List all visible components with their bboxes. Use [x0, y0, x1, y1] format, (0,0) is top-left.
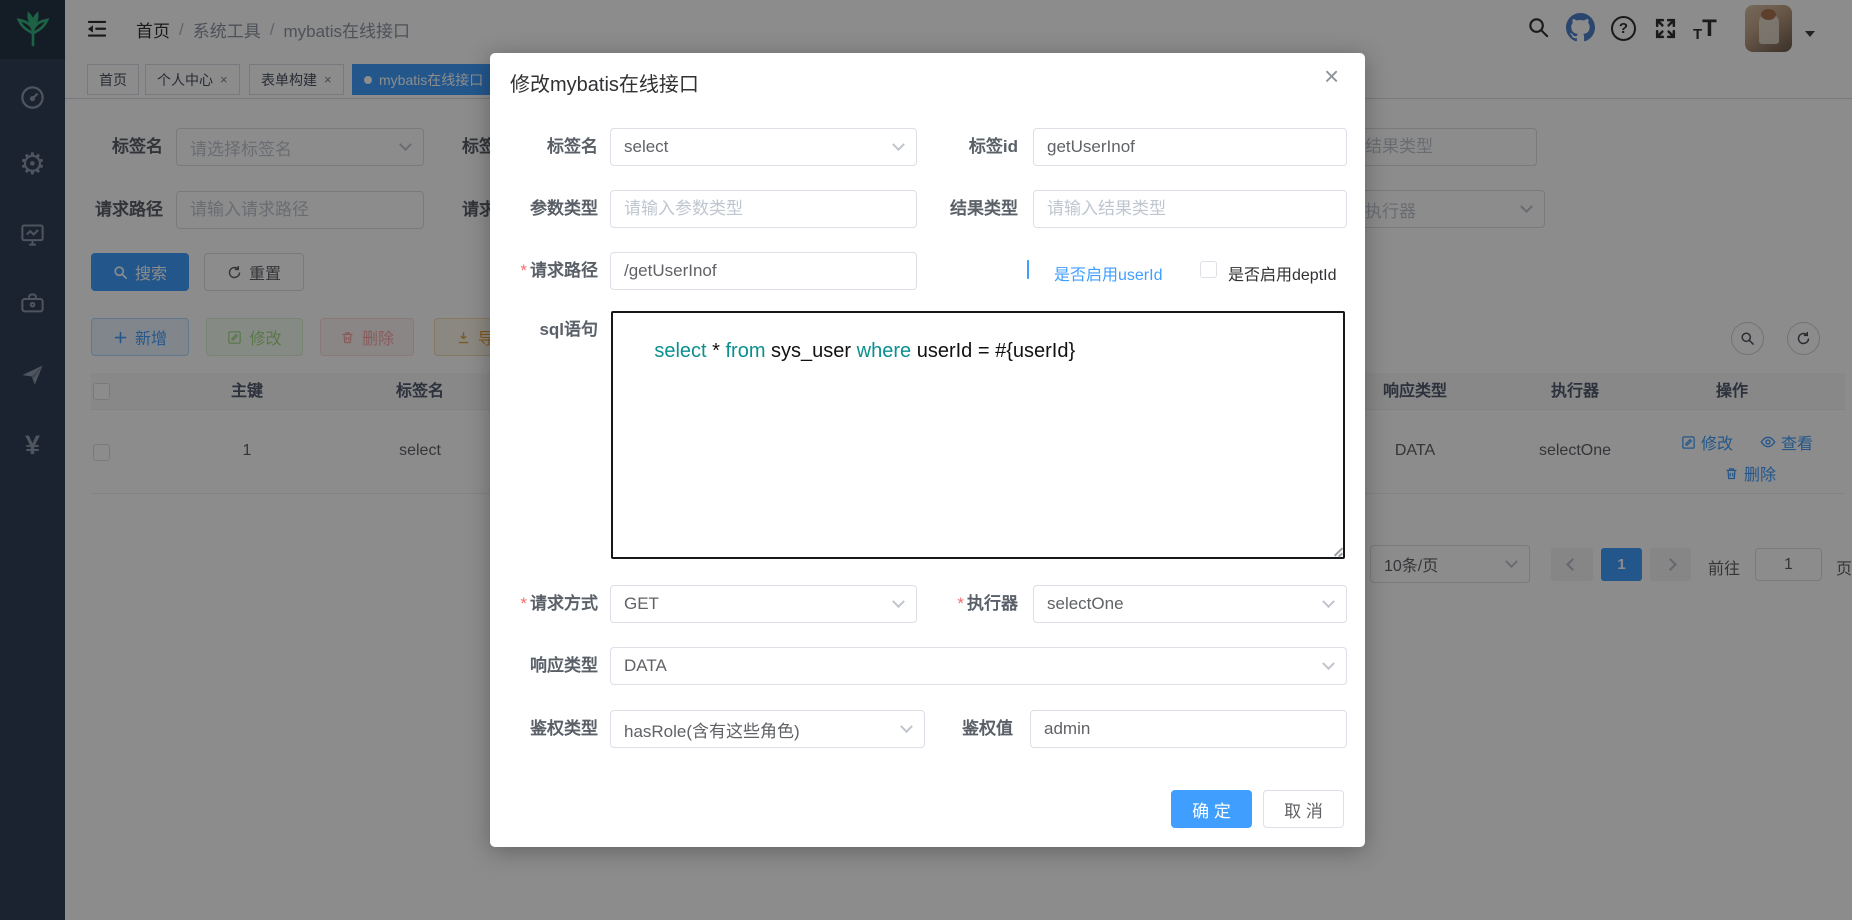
- sql-text: userId = #{userId}: [911, 340, 1075, 362]
- select-value: select: [624, 137, 668, 157]
- executor-select[interactable]: selectOne: [1033, 585, 1347, 623]
- path-input[interactable]: [610, 252, 917, 290]
- chevron-down-icon: [892, 595, 905, 608]
- sql-label: sql语句: [490, 311, 598, 349]
- sql-text: sys_user: [766, 340, 857, 362]
- result-type-input[interactable]: [1033, 190, 1347, 228]
- enable-deptid-label[interactable]: 是否启用deptId: [1228, 261, 1337, 285]
- auth-type-select[interactable]: hasRole(含有这些角色): [610, 710, 925, 748]
- chevron-down-icon: [1322, 657, 1335, 670]
- confirm-button[interactable]: 确 定: [1171, 790, 1252, 828]
- select-value: selectOne: [1047, 594, 1124, 614]
- auth-value-input[interactable]: [1030, 710, 1347, 748]
- auth-value-label: 鉴权值: [905, 710, 1013, 748]
- dialog-title: 修改mybatis在线接口: [510, 68, 699, 97]
- required-mark: *: [520, 594, 527, 613]
- dialog-close-icon[interactable]: ×: [1324, 65, 1339, 87]
- auth-type-label: 鉴权类型: [490, 710, 598, 748]
- edit-dialog: 修改mybatis在线接口 × 标签名 select 标签id 参数类型 结果类…: [490, 53, 1365, 847]
- required-mark: *: [520, 261, 527, 280]
- enable-deptid-checkbox[interactable]: [1200, 261, 1217, 278]
- chevron-down-icon: [1322, 595, 1335, 608]
- method-select[interactable]: GET: [610, 585, 917, 623]
- resp-type-label: 响应类型: [490, 647, 598, 685]
- path-label: *请求路径: [490, 252, 598, 290]
- enable-userid-label[interactable]: 是否启用userId: [1054, 261, 1162, 285]
- sql-keyword: from: [726, 340, 766, 362]
- tag-id-input[interactable]: [1033, 128, 1347, 166]
- executor-label: *执行器: [910, 585, 1018, 623]
- tag-name-select[interactable]: select: [610, 128, 917, 166]
- required-mark: *: [957, 594, 964, 613]
- tag-name-label: 标签名: [490, 128, 598, 166]
- param-type-input[interactable]: [610, 190, 917, 228]
- result-type-label: 结果类型: [910, 190, 1018, 228]
- label-text: 请求路径: [530, 261, 598, 280]
- method-label: *请求方式: [490, 585, 598, 623]
- app-root: ⚙ ¥ 首页 / 系统工具 / my: [0, 0, 1852, 920]
- label-text: 执行器: [967, 594, 1018, 613]
- resp-type-select[interactable]: DATA: [610, 647, 1347, 685]
- select-value: hasRole(含有这些角色): [624, 717, 800, 742]
- cancel-button[interactable]: 取 消: [1263, 790, 1344, 828]
- sql-text: *: [707, 340, 726, 362]
- param-type-label: 参数类型: [490, 190, 598, 228]
- chevron-down-icon: [892, 138, 905, 151]
- label-text: 请求方式: [530, 594, 598, 613]
- select-value: GET: [624, 594, 659, 614]
- sql-keyword: where: [857, 340, 911, 362]
- tag-id-label: 标签id: [910, 128, 1018, 166]
- enable-userid-checkbox[interactable]: [1027, 260, 1029, 279]
- sql-keyword: select: [654, 340, 706, 362]
- select-value: DATA: [624, 656, 667, 676]
- sql-editor[interactable]: select * from sys_user where userId = #{…: [611, 311, 1345, 559]
